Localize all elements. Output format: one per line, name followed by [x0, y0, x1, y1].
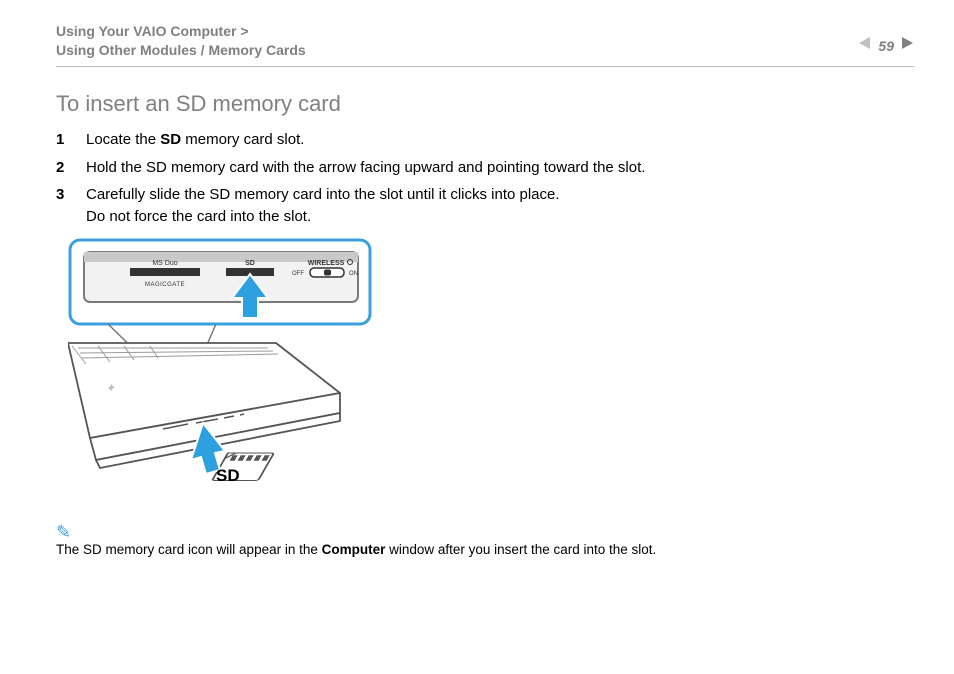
step-item: 3 Carefully slide the SD memory card int… [56, 184, 914, 228]
note-text: The SD memory card icon will appear in t… [56, 541, 914, 560]
step-number: 2 [56, 157, 68, 179]
breadcrumb-line2: Using Other Modules / Memory Cards [56, 42, 306, 58]
header-divider [56, 66, 914, 67]
sd-insertion-figure: MS Duo MAGICGATE SD WIRELESS OFF ON [68, 238, 914, 508]
panel-label-off: OFF [292, 271, 304, 277]
breadcrumb-line1: Using Your VAIO Computer > [56, 23, 249, 39]
page: Using Your VAIO Computer > Using Other M… [0, 0, 954, 674]
step-number: 1 [56, 129, 68, 151]
panel-label-sd: SD [245, 260, 255, 267]
panel-label-msduo: MS Duo [152, 260, 177, 267]
step-number: 3 [56, 184, 68, 228]
step-text: Locate the SD memory card slot. [86, 129, 914, 151]
section-title: To insert an SD memory card [56, 91, 914, 117]
panel-label-on: ON [349, 271, 358, 277]
step-text: Hold the SD memory card with the arrow f… [86, 157, 914, 179]
next-page-icon[interactable] [900, 36, 914, 55]
note: ✎ [56, 522, 914, 541]
page-nav: 59 [858, 22, 914, 55]
step-item: 2 Hold the SD memory card with the arrow… [56, 157, 914, 179]
breadcrumb: Using Your VAIO Computer > Using Other M… [56, 22, 306, 60]
note-pencil-icon: ✎ [56, 522, 71, 541]
step-list: 1 Locate the SD memory card slot. 2 Hold… [56, 129, 914, 228]
prev-page-icon[interactable] [858, 36, 872, 55]
panel-label-wireless: WIRELESS [308, 260, 345, 267]
step-text: Carefully slide the SD memory card into … [86, 184, 914, 228]
page-header: Using Your VAIO Computer > Using Other M… [56, 22, 914, 60]
page-number: 59 [878, 38, 894, 54]
figure-sd-label: SD [216, 466, 240, 485]
panel-label-magicgate: MAGICGATE [145, 282, 185, 288]
step-item: 1 Locate the SD memory card slot. [56, 129, 914, 151]
